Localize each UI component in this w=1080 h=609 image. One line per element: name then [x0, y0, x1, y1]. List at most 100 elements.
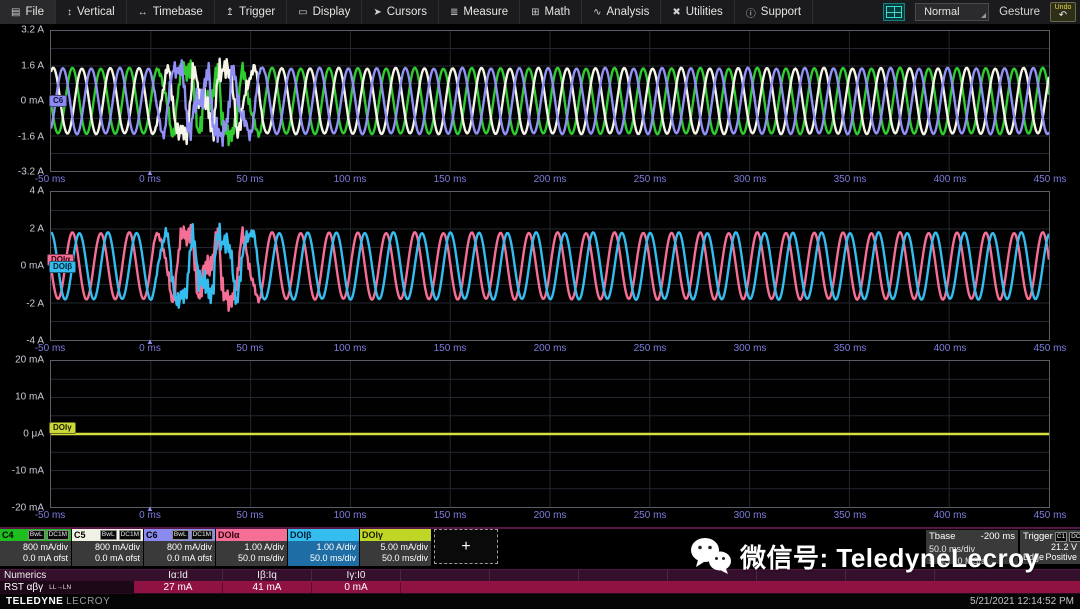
scale-per-div: 5.00 mA/div: [360, 542, 428, 553]
coupling-badge: DC1M: [119, 530, 141, 540]
menu-item-trigger[interactable]: ↥Trigger: [215, 0, 287, 24]
offset-or-timebase: 50.0 ms/div: [216, 553, 284, 564]
timebase-icon: ↔: [138, 7, 148, 18]
numerics-empty-cell: [579, 570, 668, 581]
menu-item-measure[interactable]: ≣Measure: [439, 0, 520, 24]
y-axis-labels: 20 mA10 mA0 μA-10 mA-20 mA: [0, 360, 50, 508]
waveform-svg: [51, 192, 1049, 340]
menu-item-label: Trigger: [239, 6, 275, 18]
menu-item-support[interactable]: ⓘSupport: [735, 0, 813, 24]
grid-icon: [886, 6, 902, 18]
undo-button[interactable]: Undo ↶: [1050, 2, 1076, 22]
plot-area-1[interactable]: C6: [50, 30, 1050, 172]
numerics-empty-cell: [846, 570, 935, 581]
channel-id-label: DOIα: [218, 530, 240, 540]
y-axis-labels: 4 A2 A0 mA-2 A-4 A: [0, 191, 50, 341]
y-tick-label: -1.6 A: [18, 131, 44, 142]
channel-id-label: C6: [146, 530, 158, 540]
menu-item-display[interactable]: ▭Display: [287, 0, 362, 24]
grid-gamma-current[interactable]: 20 mA10 mA0 μA-10 mA-20 mA DOIγ -50 ms0 …: [0, 360, 1080, 525]
x-tick-label: 250 ms: [634, 174, 667, 185]
channel-descriptor-C4[interactable]: C4BwLDC1M800 mA/div0.0 mA ofst: [0, 529, 71, 566]
trace-label-chip-C6[interactable]: C6: [49, 95, 67, 107]
channel-descriptor-list: C4BwLDC1M800 mA/div0.0 mA ofstC5BwLDC1M8…: [0, 529, 432, 566]
x-tick-label: 200 ms: [534, 343, 567, 354]
menu-item-cursors[interactable]: ➤Cursors: [362, 0, 439, 24]
waveform-area: 3.2 A1.6 A0 mA-1.6 A-3.2 A C6 -50 ms0 ms…: [0, 25, 1080, 525]
numerics-title: Numerics: [0, 570, 134, 581]
timebase-summary-box[interactable]: Tbase -200 ms 50.0 ms/div 5 MS 10 MS/s: [926, 530, 1018, 564]
x-tick-label: 200 ms: [534, 510, 567, 521]
channel-descriptor-DOIγ[interactable]: DOIγ5.00 mA/div50.0 ms/div: [360, 529, 431, 566]
menu-item-math[interactable]: ⊞Math: [520, 0, 582, 24]
x-axis-labels: -50 ms0 ms50 ms100 ms150 ms200 ms250 ms3…: [50, 508, 1050, 525]
x-tick-label: 150 ms: [434, 343, 467, 354]
menu-item-label: Timebase: [153, 6, 203, 18]
scale-per-div: 1.00 A/div: [288, 542, 356, 553]
channel-descriptor-C5[interactable]: C5BwLDC1M800 mA/div0.0 mA ofst: [72, 529, 143, 566]
menu-item-label: File: [25, 6, 44, 18]
y-tick-label: -2 A: [26, 298, 44, 309]
numerics-column-value: 0 mA: [312, 582, 401, 593]
numerics-column-header: Iα:Id: [134, 570, 223, 581]
trigger-time-marker: ▲: [146, 505, 154, 513]
file-icon: ▤: [11, 7, 20, 18]
menu-item-timebase[interactable]: ↔ Timebase: [127, 0, 215, 24]
waveform-svg: [51, 31, 1049, 171]
plot-area-2[interactable]: DOIαDOIβ: [50, 191, 1050, 341]
descriptor-values: 800 mA/div0.0 mA ofst: [72, 541, 143, 566]
coupling-badge: DC1M: [191, 530, 213, 540]
corner-resize-icon: [981, 13, 986, 18]
x-tick-label: 50 ms: [236, 343, 263, 354]
y-axis-labels: 3.2 A1.6 A0 mA-1.6 A-3.2 A: [0, 30, 50, 172]
x-tick-label: 450 ms: [1034, 343, 1067, 354]
grid-layout-button[interactable]: [883, 3, 905, 21]
descriptor-header: DOIα: [216, 529, 287, 541]
descriptor-header: DOIγ: [360, 529, 431, 541]
tbase-position: -200 ms: [981, 531, 1015, 542]
coupling-badge: DC1M: [47, 530, 69, 540]
x-tick-label: 100 ms: [334, 343, 367, 354]
x-tick-label: 150 ms: [434, 174, 467, 185]
x-tick-label: 50 ms: [236, 510, 263, 521]
x-tick-label: 50 ms: [236, 174, 263, 185]
menu-item-label: Analysis: [607, 6, 650, 18]
trace-label-chip-DOIβ[interactable]: DOIβ: [49, 261, 76, 273]
x-tick-label: -50 ms: [35, 510, 66, 521]
oscilloscope-screen: ▤ File ↕Vertical ↔ Timebase ↥Trigger▭Display➤…: [0, 0, 1080, 608]
bandwidth-badge: BwL: [172, 530, 189, 540]
plot-area-3[interactable]: DOIγ: [50, 360, 1050, 508]
y-tick-label: 2 A: [30, 223, 44, 234]
x-tick-label: -50 ms: [35, 174, 66, 185]
status-bar: TELEDYNE LECROY 5/21/2021 12:14:52 PM: [0, 593, 1080, 609]
x-tick-label: 450 ms: [1034, 174, 1067, 185]
x-tick-label: 350 ms: [834, 510, 867, 521]
channel-id-label: C5: [74, 530, 86, 540]
descriptor-values: 800 mA/div0.0 mA ofst: [0, 541, 71, 566]
channel-descriptor-C6[interactable]: C6BwLDC1M800 mA/div0.0 mA ofst: [144, 529, 215, 566]
grid-phase-currents[interactable]: 3.2 A1.6 A0 mA-1.6 A-3.2 A C6 -50 ms0 ms…: [0, 30, 1080, 189]
display-mode-dropdown[interactable]: Normal: [915, 3, 989, 21]
y-tick-label: 20 mA: [15, 355, 44, 366]
descriptor-values: 5.00 mA/div50.0 ms/div: [360, 541, 431, 566]
trigger-summary-box[interactable]: Trigger C1 DC Edge 21.2 V Positive: [1020, 530, 1080, 564]
offset-or-timebase: 0.0 mA ofst: [144, 553, 212, 564]
descriptor-values: 1.00 A/div50.0 ms/div: [288, 541, 359, 566]
trigger-time-marker: ▲: [146, 338, 154, 346]
menu-item-analysis[interactable]: ∿Analysis: [582, 0, 661, 24]
trace-label-chip-DOIγ[interactable]: DOIγ: [49, 422, 76, 434]
channel-id-label: DOIγ: [362, 530, 383, 540]
channel-descriptor-DOIα[interactable]: DOIα1.00 A/div50.0 ms/div: [216, 529, 287, 566]
menu-item-file[interactable]: ▤ File: [0, 0, 56, 24]
bandwidth-badge: BwL: [28, 530, 45, 540]
datetime-label: 5/21/2021 12:14:52 PM: [970, 596, 1074, 607]
numerics-row-label[interactable]: RST αβγ LL→LN: [0, 581, 134, 593]
x-tick-label: 350 ms: [834, 343, 867, 354]
add-trace-button[interactable]: +: [434, 529, 498, 564]
menu-item-utilities[interactable]: ✖Utilities: [661, 0, 734, 24]
numerics-values: 27 mA41 mA0 mA: [134, 581, 1080, 593]
descriptor-header: DOIβ: [288, 529, 359, 541]
grid-alpha-beta-currents[interactable]: 4 A2 A0 mA-2 A-4 A DOIαDOIβ -50 ms0 ms50…: [0, 191, 1080, 358]
menu-item-vertical[interactable]: ↕Vertical: [56, 0, 127, 24]
channel-descriptor-DOIβ[interactable]: DOIβ1.00 A/div50.0 ms/div: [288, 529, 359, 566]
